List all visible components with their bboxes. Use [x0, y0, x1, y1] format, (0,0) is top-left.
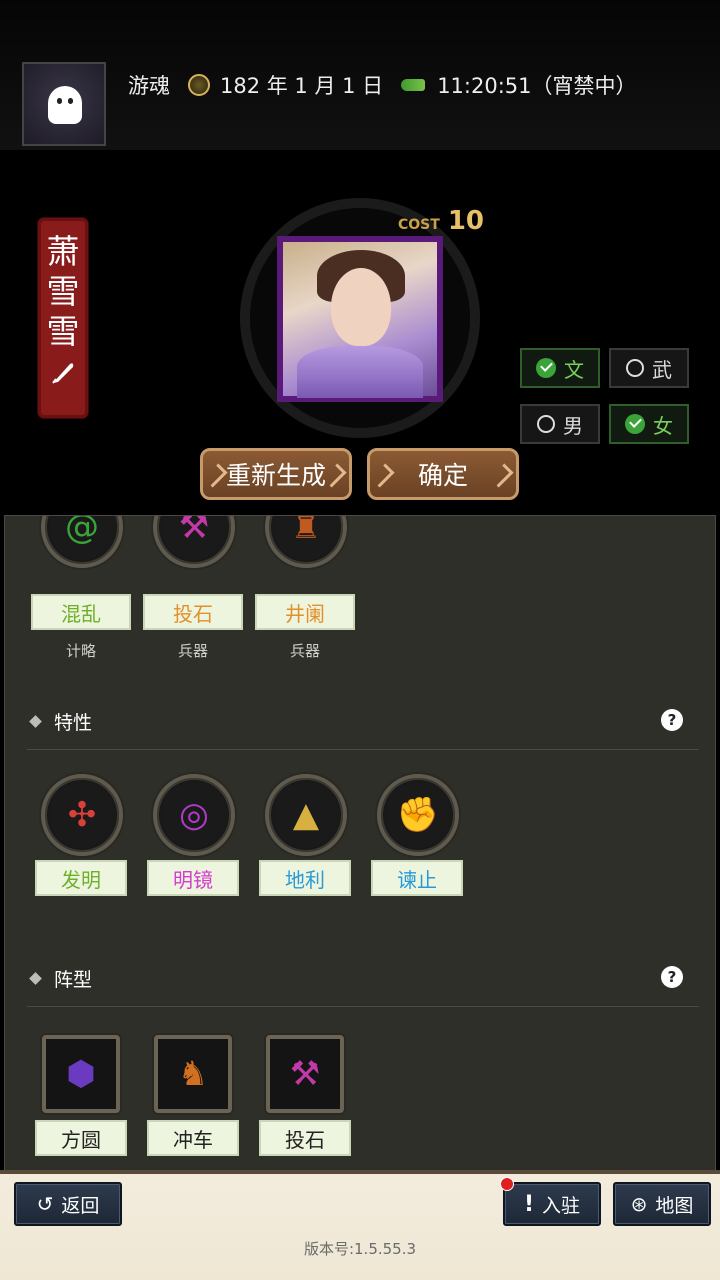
- horse-icon: [401, 79, 426, 91]
- trait-name: 地利: [259, 860, 351, 896]
- globe-icon: ⊛: [630, 1192, 648, 1216]
- radio-empty-icon: [626, 359, 644, 377]
- skill-icon-frame[interactable]: ⚒: [153, 515, 235, 568]
- skill-name: 混乱: [31, 594, 131, 630]
- hero-name-banner: 萧 雪 雪: [38, 218, 88, 418]
- skill-type: 兵器: [177, 642, 208, 660]
- skill-icon-frame[interactable]: ♜: [265, 515, 347, 568]
- check-icon: [536, 358, 556, 378]
- trait-icon-frame[interactable]: ▲: [265, 774, 347, 856]
- notification-dot: [500, 1177, 514, 1191]
- formation-icon-frame[interactable]: ♞: [154, 1035, 232, 1113]
- windmill-icon: ✣: [67, 795, 97, 835]
- mirror-icon: ◎: [179, 795, 209, 835]
- trait-icon-frame[interactable]: ✣: [41, 774, 123, 856]
- game-time: 11:20:51（宵禁中）: [437, 74, 637, 98]
- exclamation-icon: !: [523, 1191, 535, 1217]
- traits-title: 特性: [54, 712, 93, 734]
- calendar-coin-icon: [188, 74, 210, 96]
- formation-section-header: 阵型: [29, 965, 93, 992]
- trait-name: 明镜: [147, 860, 239, 896]
- cost-value: 10: [447, 206, 484, 236]
- check-icon: [625, 414, 645, 434]
- turtle-shell-icon: ⬢: [66, 1054, 96, 1094]
- fist-icon: ✊: [396, 795, 440, 835]
- help-icon[interactable]: ?: [661, 966, 683, 988]
- player-avatar[interactable]: [22, 62, 106, 146]
- formation-icon-frame[interactable]: ⚒: [266, 1035, 344, 1113]
- toggle-wu[interactable]: 武: [609, 348, 689, 388]
- terrain-icon: ▲: [292, 795, 320, 835]
- toggle-male[interactable]: 男: [520, 404, 600, 444]
- skill-icon-frame[interactable]: @: [41, 515, 123, 568]
- station-button[interactable]: ! 入驻: [503, 1182, 601, 1226]
- divider: [27, 749, 699, 750]
- siege-tower-icon: ♜: [290, 515, 322, 547]
- catapult-icon: ⚒: [178, 515, 210, 547]
- cost-indicator: COST 10: [398, 206, 484, 236]
- version-label: 版本号:1.5.55.3: [303, 1240, 417, 1258]
- hero-detail-panel[interactable]: @ ⚒ ♜ 混乱 投石 井阑 计略 兵器 兵器 特性 ? ✣ ◎ ▲ ✊ 发明 …: [4, 515, 716, 1175]
- hero-name-char: 雪: [46, 312, 80, 351]
- toggle-wen[interactable]: 文: [520, 348, 600, 388]
- trait-name: 谏止: [371, 860, 463, 896]
- swirl-icon: @: [65, 515, 99, 547]
- game-date: 182 年 1 月 1 日: [220, 74, 384, 98]
- catapult-icon: ⚒: [289, 1054, 321, 1094]
- diamond-bullet-icon: [29, 715, 42, 728]
- cost-label: COST: [398, 217, 440, 233]
- trait-icon-frame[interactable]: ◎: [153, 774, 235, 856]
- role-label: 游魂: [128, 74, 170, 98]
- skill-name: 投石: [143, 594, 243, 630]
- confirm-button[interactable]: 确定: [367, 448, 519, 500]
- trait-name: 发明: [35, 860, 127, 896]
- formation-title: 阵型: [54, 969, 93, 991]
- regenerate-button[interactable]: 重新生成: [200, 448, 352, 500]
- ghost-icon: [48, 86, 82, 124]
- skill-type: 兵器: [289, 642, 320, 660]
- radio-empty-icon: [537, 415, 555, 433]
- formation-name: 冲车: [147, 1120, 239, 1156]
- feather-icon: [52, 363, 74, 384]
- status-info: 游魂 182 年 1 月 1 日 11:20:51（宵禁中）: [128, 70, 637, 100]
- hero-name-char: 雪: [46, 272, 80, 311]
- back-arrow-icon: ↺: [36, 1192, 54, 1216]
- battering-horse-icon: ♞: [177, 1054, 209, 1094]
- trait-icon-frame[interactable]: ✊: [377, 774, 459, 856]
- skill-type: 计略: [65, 642, 96, 660]
- formation-name: 投石: [259, 1120, 351, 1156]
- hero-portrait[interactable]: [277, 236, 443, 402]
- skill-name: 井阑: [255, 594, 355, 630]
- help-icon[interactable]: ?: [661, 709, 683, 731]
- formation-name: 方圆: [35, 1120, 127, 1156]
- diamond-bullet-icon: [29, 972, 42, 985]
- map-button[interactable]: ⊛ 地图: [613, 1182, 711, 1226]
- divider: [27, 1006, 699, 1007]
- hero-name-char: 萧: [46, 232, 80, 271]
- toggle-female[interactable]: 女: [609, 404, 689, 444]
- back-button[interactable]: ↺ 返回: [14, 1182, 122, 1226]
- formation-icon-frame[interactable]: ⬢: [42, 1035, 120, 1113]
- traits-section-header: 特性: [29, 708, 93, 735]
